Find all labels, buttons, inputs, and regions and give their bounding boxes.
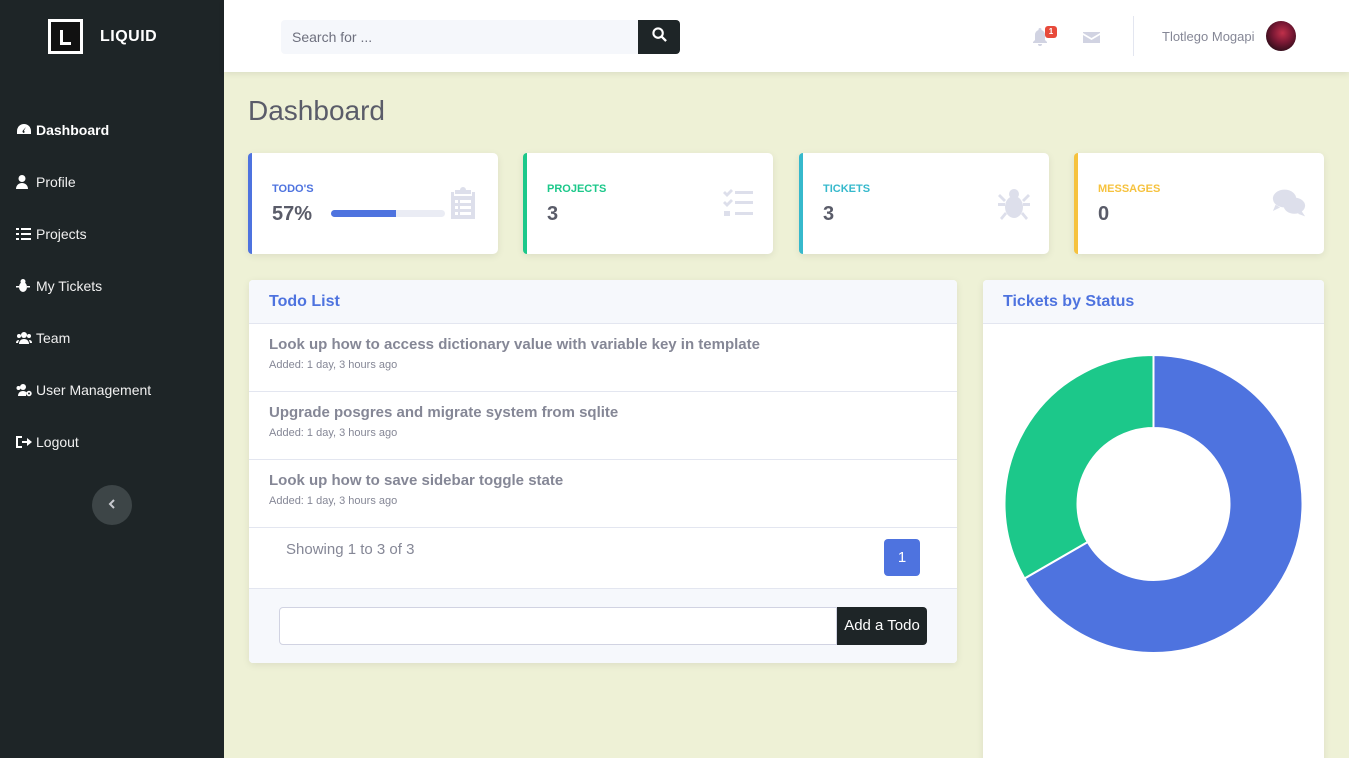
bug-icon	[997, 186, 1031, 225]
users-icon	[16, 331, 33, 345]
tasks-icon	[16, 227, 33, 241]
messages-card: MESSAGES 0	[1074, 153, 1324, 254]
sidebar-item-projects[interactable]: Projects	[0, 208, 224, 260]
card-stripe	[1074, 153, 1078, 254]
user-name[interactable]: Tlotlego Mogapi	[1162, 29, 1255, 44]
search-form	[281, 20, 680, 54]
todo-meta: Added: 1 day, 3 hours ago	[269, 359, 398, 371]
tickets-donut-chart	[1003, 353, 1304, 654]
list-item[interactable]: Look up how to save sidebar toggle state…	[249, 460, 957, 528]
progress-fill	[331, 210, 396, 217]
card-stripe	[799, 153, 803, 254]
todo-title: Upgrade posgres and migrate system from …	[269, 404, 619, 421]
sidebar-item-label: Projects	[36, 226, 87, 242]
card-value: 0	[1098, 203, 1110, 225]
card-label: PROJECTS	[547, 183, 607, 195]
chevron-left-icon	[107, 496, 117, 514]
topbar: 1 Tlotlego Mogapi	[224, 0, 1349, 72]
bug-icon	[16, 279, 33, 293]
todo-meta: Added: 1 day, 3 hours ago	[269, 427, 398, 439]
tickets-chart-title: Tickets by Status	[983, 280, 1324, 324]
sign-out-icon	[16, 435, 33, 449]
brand[interactable]: LIQUID	[48, 19, 157, 54]
sidebar-item-label: Team	[36, 330, 71, 346]
topbar-divider	[1133, 16, 1134, 56]
todo-title: Look up how to save sidebar toggle state	[269, 472, 564, 489]
tickets-chart-area	[983, 324, 1324, 758]
page-button-1[interactable]: 1	[884, 539, 920, 576]
tachometer-icon	[16, 123, 33, 137]
search-icon	[651, 27, 667, 47]
sidebar-item-logout[interactable]: Logout	[0, 416, 224, 468]
sidebar-item-user-management[interactable]: User Management	[0, 364, 224, 416]
avatar[interactable]	[1266, 21, 1296, 51]
projects-card: PROJECTS 3	[523, 153, 773, 254]
comments-icon	[1272, 186, 1306, 225]
card-label: MESSAGES	[1098, 183, 1161, 195]
tickets-by-status-panel: Tickets by Status	[983, 280, 1324, 758]
add-todo-button[interactable]: Add a Todo	[837, 607, 927, 645]
card-stripe	[248, 153, 252, 254]
todo-list-panel: Todo List Look up how to access dictiona…	[249, 280, 957, 663]
sidebar-item-label: My Tickets	[36, 278, 103, 294]
sidebar: LIQUID Dashboard Profile Projects My Tic…	[0, 0, 224, 758]
sidebar-item-label: Dashboard	[36, 122, 110, 138]
sidebar-item-label: User Management	[36, 382, 152, 398]
clipboard-list-icon	[446, 186, 480, 225]
todo-title: Look up how to access dictionary value w…	[269, 336, 760, 353]
card-label: TODO'S	[272, 183, 314, 195]
card-label: TICKETS	[823, 183, 871, 195]
card-value: 57%	[272, 203, 313, 225]
user-icon	[16, 175, 33, 189]
todos-card: TODO'S 57%	[248, 153, 498, 254]
brand-logo-icon	[48, 19, 83, 54]
brand-name: LIQUID	[100, 27, 158, 45]
pagination-row: Showing 1 to 3 of 3 1	[249, 528, 957, 589]
card-stripe	[523, 153, 527, 254]
sidebar-item-my-tickets[interactable]: My Tickets	[0, 260, 224, 312]
card-value: 3	[547, 203, 559, 225]
list-item[interactable]: Look up how to access dictionary value w…	[249, 324, 957, 392]
card-value: 3	[823, 203, 835, 225]
sidebar-item-label: Logout	[36, 434, 79, 450]
sidebar-item-label: Profile	[36, 174, 76, 190]
todos-progress-bar	[331, 210, 445, 217]
search-input[interactable]	[281, 20, 638, 54]
todo-list-title: Todo List	[249, 280, 957, 324]
sidebar-nav: Dashboard Profile Projects My Tickets Te…	[0, 104, 224, 468]
add-todo-row: Add a Todo	[249, 589, 957, 663]
users-cog-icon	[16, 383, 33, 397]
envelope-icon[interactable]	[1083, 30, 1100, 49]
notification-count-badge: 1	[1045, 26, 1057, 38]
sidebar-item-profile[interactable]: Profile	[0, 156, 224, 208]
sidebar-item-dashboard[interactable]: Dashboard	[0, 104, 224, 156]
page-title: Dashboard	[248, 95, 385, 126]
list-item[interactable]: Upgrade posgres and migrate system from …	[249, 392, 957, 460]
sidebar-toggle-button[interactable]	[92, 485, 132, 525]
sidebar-item-team[interactable]: Team	[0, 312, 224, 364]
donut-slice[interactable]	[1003, 353, 1155, 580]
tasks-icon	[721, 186, 755, 225]
todo-input[interactable]	[279, 607, 837, 645]
pagination-info: Showing 1 to 3 of 3	[286, 541, 415, 558]
search-button[interactable]	[638, 20, 680, 54]
todo-meta: Added: 1 day, 3 hours ago	[269, 495, 398, 507]
tickets-card: TICKETS 3	[799, 153, 1049, 254]
